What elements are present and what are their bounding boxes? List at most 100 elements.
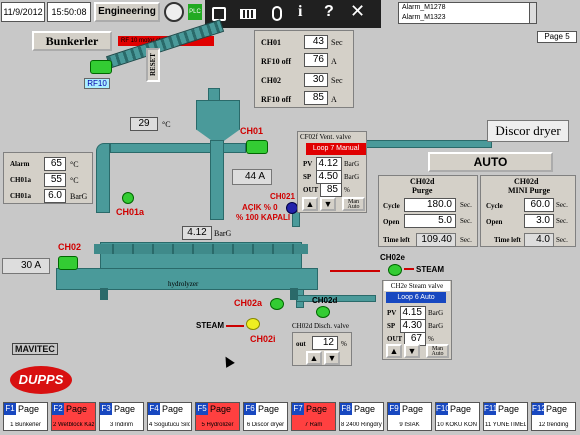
pipe-hopper-down — [210, 140, 224, 220]
mouse-icon[interactable] — [272, 6, 282, 21]
alarm-line: Alarm_M1278 — [402, 4, 446, 11]
vent-pv-label: PV — [303, 160, 313, 168]
hopper-inlet — [208, 88, 220, 102]
alarm-row-label: CH01a — [10, 176, 31, 184]
vent-valve-loop[interactable]: Loop 7 Manual — [306, 143, 366, 155]
fkey-sub: 2 Wetblock Kazanı — [53, 422, 94, 428]
keyboard-icon[interactable] — [240, 9, 256, 19]
fkey-page: Page — [546, 404, 568, 414]
ch-unit: A — [331, 57, 337, 66]
fkey-page: Page — [402, 404, 424, 414]
ch021-open-text: AÇIK % 0 — [242, 203, 278, 212]
reset-button[interactable]: RESET — [146, 48, 160, 82]
steam-manauto-button[interactable]: Man Auto — [426, 344, 449, 358]
vent-manauto-button[interactable]: Man Auto — [342, 197, 365, 211]
alarm-row-value[interactable]: 6.0 — [44, 189, 66, 203]
fkey-f5[interactable]: F5 Page 5 Hydrolizer — [195, 402, 240, 431]
purge-open-label: Open — [383, 218, 400, 226]
fkey-f3[interactable]: F3 Page 3 İndirim — [99, 402, 144, 431]
alarm-row-value[interactable]: 65 — [44, 157, 66, 171]
fkey-sub: 11 YÜNETİMELİK — [485, 422, 526, 428]
vent-out-unit: % — [344, 186, 350, 194]
fkey-key: F8 — [340, 403, 352, 415]
fkey-f10[interactable]: F10Page 10 KOKU KONTROL — [435, 402, 480, 431]
hydrolyzer-pressure: 4.12 — [182, 226, 212, 240]
fkey-key: F6 — [244, 403, 256, 415]
fkey-sub: 1 Bunkerler — [10, 422, 41, 428]
fkey-f11[interactable]: F11Page 11 YÜNETİMELİK — [483, 402, 528, 431]
ch02a-valve-icon[interactable] — [270, 298, 284, 310]
purge-open-unit: Sec. — [460, 217, 472, 225]
fkey-sub: 5 Hydrolizer — [201, 422, 234, 428]
fkey-sub: 6 Discor dryer — [246, 422, 285, 428]
fkey-page: Page — [210, 404, 232, 414]
steam-arrow-right-icon — [404, 268, 414, 270]
fkey-f7[interactable]: F7 Page 7 Ram — [291, 402, 336, 431]
vent-sp-unit: BarG — [344, 173, 360, 181]
fkey-f4[interactable]: F4Page 4 Sogutucu Siloları — [147, 402, 192, 431]
purge-cycle-value[interactable]: 180.0 — [404, 198, 456, 212]
ch021-closed-text: % 100 KAPALI — [236, 213, 291, 222]
fkey-f8[interactable]: F8Page 8 2400 Ringdryer — [339, 402, 384, 431]
info-icon[interactable]: i — [298, 3, 302, 21]
ch02d-label: CH02d — [312, 296, 338, 305]
vent-out-label: OUT — [303, 186, 319, 194]
rf10-motor-icon[interactable] — [90, 60, 112, 74]
auto-button[interactable]: AUTO — [428, 152, 553, 172]
fkey-f12[interactable]: F12 Page 12 trending — [531, 402, 576, 431]
rf10-label: RF10 — [84, 78, 110, 89]
steam-down-button[interactable]: ▼ — [404, 344, 420, 358]
fkey-f2[interactable]: F2Page 2 Wetblock Kazanı — [51, 402, 96, 431]
ch-label: RF10 off — [261, 95, 291, 104]
fkey-f6[interactable]: F6 Page 6 Discor dryer — [243, 402, 288, 431]
ch02d-up-button[interactable]: ▲ — [306, 351, 322, 365]
vent-down-button[interactable]: ▼ — [320, 197, 336, 211]
ch01-amps-value: 44 — [245, 171, 257, 182]
purge-cycle-unit: Sec. — [460, 201, 472, 209]
ch-label: CH01 — [261, 38, 281, 47]
fkey-f9[interactable]: F9 Page 9 ISIAK — [387, 402, 432, 431]
ch02d-down-button[interactable]: ▼ — [324, 351, 340, 365]
purge-open-value[interactable]: 5.0 — [404, 214, 456, 228]
steam-up-button[interactable]: ▲ — [386, 344, 402, 358]
fkey-key: F12 — [532, 403, 546, 415]
steam-sp-value[interactable]: 4.30 — [400, 319, 426, 333]
question-icon[interactable]: ? — [324, 3, 334, 21]
mini-cycle-value[interactable]: 60.0 — [524, 198, 554, 212]
ch02-time-value[interactable]: 30 — [304, 73, 328, 87]
fkey-page: Page — [306, 404, 328, 414]
steam-valve-loop[interactable]: Loop 6 Auto — [386, 292, 446, 303]
alarm-row-unit: °C — [70, 176, 79, 185]
fkey-page: Page — [66, 404, 88, 414]
bunker-title-button[interactable]: Bunkerler — [32, 31, 112, 51]
hydrolyzer-name: hydrolyzer — [168, 280, 199, 288]
close-icon[interactable]: ✕ — [350, 1, 365, 22]
logout-icon[interactable] — [164, 2, 184, 22]
plc-status-icon: PLC — [188, 4, 202, 20]
ch02e-valve-icon[interactable] — [388, 264, 402, 276]
fkey-key: F5 — [196, 403, 208, 415]
alarm-row-value[interactable]: 55 — [44, 173, 66, 187]
fkey-page: Page — [450, 404, 472, 414]
ch02-motor-icon[interactable] — [58, 256, 78, 270]
fkey-sub: 10 KOKU KONTROL — [437, 422, 478, 428]
ch02d-valve-icon[interactable] — [316, 306, 330, 318]
mini-open-value[interactable]: 3.0 — [524, 214, 554, 228]
rf10-off-value[interactable]: 85 — [304, 91, 328, 105]
fkey-f1[interactable]: F1 Page 1 Bunkerler — [3, 402, 48, 431]
fkey-sub: 7 Ram — [304, 422, 323, 428]
fkey-key: F7 — [292, 403, 304, 415]
alarm-scroll[interactable] — [529, 2, 537, 24]
ch02i-valve-icon[interactable] — [246, 318, 260, 330]
mini-open-label: Open — [486, 218, 503, 226]
rf10-off-value[interactable]: 76 — [304, 53, 328, 67]
ch01a-valve-icon[interactable] — [122, 192, 134, 204]
user-level-button[interactable]: Engineering — [94, 2, 160, 22]
vent-sp-value[interactable]: 4.50 — [316, 170, 342, 184]
fkey-key: F9 — [388, 403, 400, 415]
alarm-list[interactable]: Alarm_M1278 Alarm_M1323 — [398, 2, 530, 24]
mini-timeleft-unit: Sec. — [556, 236, 568, 244]
vent-up-button[interactable]: ▲ — [302, 197, 318, 211]
ch01-motor-icon[interactable] — [246, 140, 268, 154]
ch01-time-value[interactable]: 43 — [304, 35, 328, 49]
